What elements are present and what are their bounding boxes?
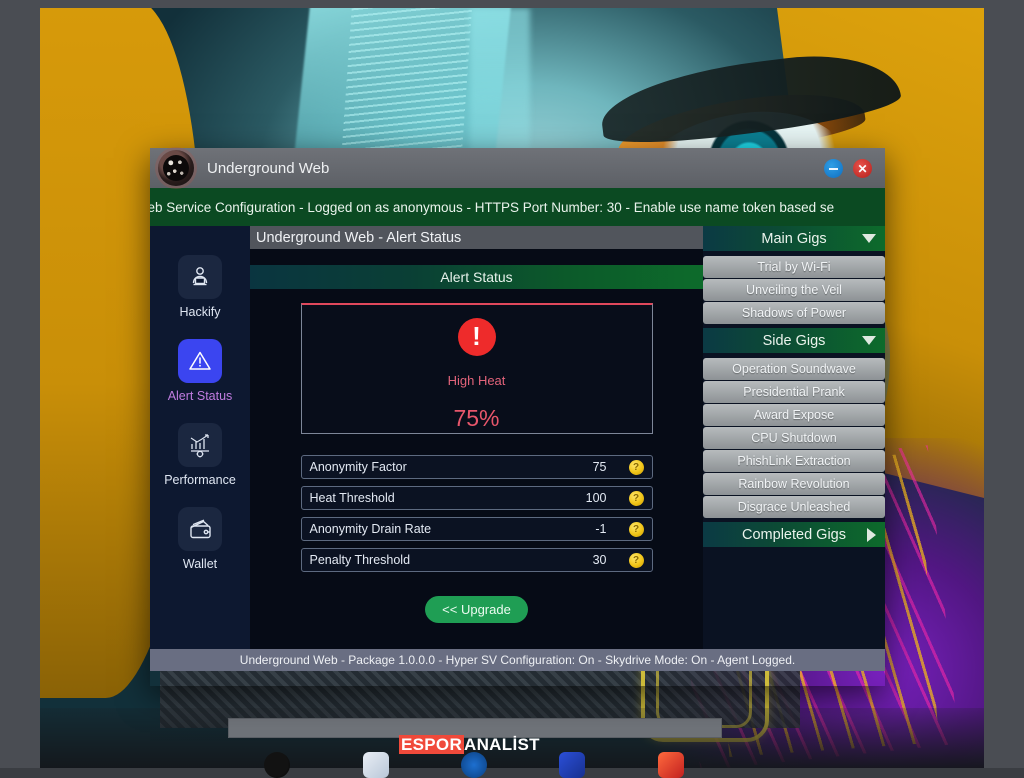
wallet-icon <box>178 507 222 551</box>
window-body: Hackify Alert Status Performance Wallet … <box>150 226 885 649</box>
gig-item-shadows-of-power[interactable]: Shadows of Power <box>703 302 885 324</box>
gig-item-phishlink-extraction[interactable]: PhishLink Extraction <box>703 450 885 472</box>
stat-row[interactable]: Heat Threshold 100 ? <box>300 486 653 510</box>
sidebar-item-label: Hackify <box>179 305 221 319</box>
spider-emblem-icon <box>158 150 194 186</box>
gig-item-award-expose[interactable]: Award Expose <box>703 404 885 426</box>
coin-icon[interactable]: ? <box>628 459 644 475</box>
stat-name: Penalty Threshold <box>309 553 411 567</box>
coin-icon[interactable]: ? <box>628 490 644 506</box>
app-window: Underground Web ✕ eb - Web Service Confi… <box>150 148 885 686</box>
config-banner-text: eb - Web Service Configuration - Logged … <box>150 199 835 215</box>
upgrade-row: << Upgrade <box>250 596 703 623</box>
screen-right-edge <box>984 0 1024 768</box>
minimize-icon <box>829 167 838 170</box>
minimize-button[interactable] <box>824 159 843 178</box>
main-gigs-header-label: Main Gigs <box>761 230 827 247</box>
alert-value: 75% <box>453 405 500 431</box>
window-title: Underground Web <box>207 159 330 177</box>
gig-item-trial-by-wifi[interactable]: Trial by Wi-Fi <box>703 256 885 278</box>
screen-left-edge <box>0 0 40 768</box>
close-icon: ✕ <box>857 161 868 176</box>
gig-spacer <box>703 353 885 357</box>
stat-name: Anonymity Factor <box>309 460 407 474</box>
sidebar-item-hackify[interactable]: Hackify <box>150 255 250 319</box>
chevron-right-icon <box>867 527 876 542</box>
stat-value: 75 <box>592 460 607 474</box>
content-spacer <box>250 249 703 265</box>
sidebar-item-label: Alert Status <box>167 389 233 403</box>
content-title: Underground Web - Alert Status <box>250 226 703 249</box>
coin-icon[interactable]: ? <box>628 521 644 537</box>
main-gigs-header[interactable]: Main Gigs <box>703 226 885 251</box>
gig-item-rainbow-revolution[interactable]: Rainbow Revolution <box>703 473 885 495</box>
alert-panel: ! High Heat 75% <box>300 303 653 434</box>
stat-value: 30 <box>592 553 607 567</box>
left-sidebar: Hackify Alert Status Performance Wallet <box>150 226 250 649</box>
alert-label: High Heat <box>447 373 506 388</box>
gig-item-cpu-shutdown[interactable]: CPU Shutdown <box>703 427 885 449</box>
hacker-laptop-icon <box>178 255 222 299</box>
exclamation-circle-icon: ! <box>457 318 496 356</box>
stat-name: Heat Threshold <box>309 491 395 505</box>
taskbar-icon-3[interactable] <box>460 752 487 778</box>
gigs-panel: Main Gigs Trial by Wi-Fi Unveiling the V… <box>703 226 885 649</box>
sidebar-item-wallet[interactable]: Wallet <box>150 507 250 571</box>
window-titlebar[interactable]: Underground Web ✕ <box>150 148 885 188</box>
side-gigs-header-label: Side Gigs <box>762 332 826 349</box>
chevron-down-icon <box>862 336 876 345</box>
chevron-down-icon <box>862 234 876 243</box>
side-gigs-header[interactable]: Side Gigs <box>703 328 885 353</box>
sidebar-item-alert-status[interactable]: Alert Status <box>150 339 250 403</box>
config-banner: eb - Web Service Configuration - Logged … <box>150 188 885 226</box>
exclamation-glyph: ! <box>472 320 481 351</box>
stat-value: -1 <box>595 522 607 536</box>
warning-triangle-icon <box>178 339 222 383</box>
taskbar-icon-4[interactable] <box>559 752 586 778</box>
gig-item-disgrace-unleashed[interactable]: Disgrace Unleashed <box>703 496 885 518</box>
completed-gigs-header-label: Completed Gigs <box>742 526 846 543</box>
close-button[interactable]: ✕ <box>853 159 872 178</box>
gig-spacer <box>703 251 885 255</box>
gig-item-unveiling-the-veil[interactable]: Unveiling the Veil <box>703 279 885 301</box>
sidebar-item-label: Wallet <box>182 557 218 571</box>
stat-row[interactable]: Anonymity Factor 75 ? <box>300 455 653 479</box>
taskbar-icon-2[interactable] <box>362 752 389 778</box>
stats-list: Anonymity Factor 75 ? Heat Threshold 100… <box>300 455 653 579</box>
stat-name: Anonymity Drain Rate <box>309 522 432 536</box>
gig-item-presidential-prank[interactable]: Presidential Prank <box>703 381 885 403</box>
taskbar-icon-1[interactable] <box>264 752 291 778</box>
taskbar-icons <box>228 752 720 778</box>
sidebar-item-performance[interactable]: Performance <box>150 423 250 487</box>
bar-chart-gear-icon <box>178 423 222 467</box>
section-header: Alert Status <box>250 265 703 289</box>
status-bar: Underground Web - Package 1.0.0.0 - Hype… <box>150 649 885 671</box>
stat-row[interactable]: Penalty Threshold 30 ? <box>300 548 653 572</box>
screen-top-edge <box>0 0 1024 8</box>
main-content: Underground Web - Alert Status Alert Sta… <box>250 226 703 649</box>
gig-item-operation-soundwave[interactable]: Operation Soundwave <box>703 358 885 380</box>
upgrade-button[interactable]: << Upgrade <box>425 596 528 623</box>
sidebar-item-label: Performance <box>164 473 236 487</box>
stat-value: 100 <box>585 491 607 505</box>
stat-row[interactable]: Anonymity Drain Rate -1 ? <box>300 517 653 541</box>
taskbar-icon-5[interactable] <box>657 752 684 778</box>
completed-gigs-header[interactable]: Completed Gigs <box>703 522 885 547</box>
coin-icon[interactable]: ? <box>628 552 644 568</box>
